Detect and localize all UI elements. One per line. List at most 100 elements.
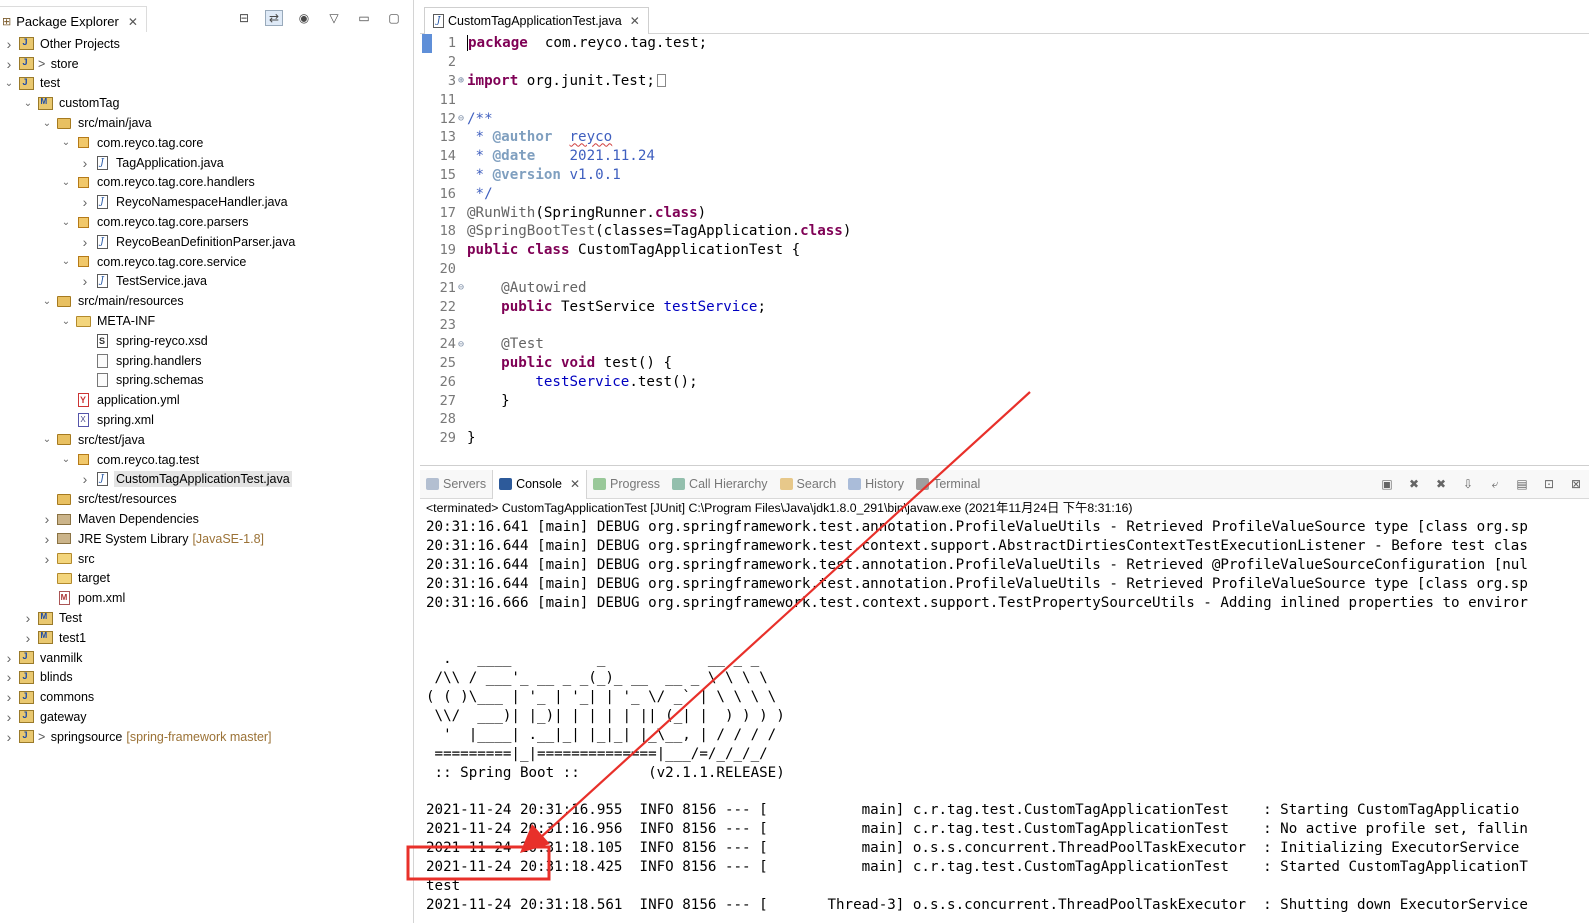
collapsed-chevron-icon[interactable]: › [2, 709, 16, 725]
focus-active-task-icon[interactable]: ◉ [295, 10, 313, 26]
pin-console-icon[interactable]: ⊡ [1540, 476, 1558, 492]
collapsed-chevron-icon[interactable]: › [21, 630, 35, 646]
collapsed-chevron-icon[interactable]: › [78, 234, 92, 250]
code-line[interactable]: 3 ⊕ import org.junit.Test; [420, 72, 1589, 91]
code-line[interactable]: 25 public void test() { [420, 354, 1589, 373]
expand-fold-icon[interactable]: ⊕ [456, 75, 466, 86]
tab-history[interactable]: History [842, 470, 910, 499]
scroll-lock-icon[interactable]: ⇩ [1459, 476, 1477, 492]
collapsed-chevron-icon[interactable]: › [2, 689, 16, 705]
code-line[interactable]: 28 [420, 410, 1589, 429]
tree-item[interactable]: ⌄ com.reyco.tag.core.handlers [0, 173, 413, 193]
expanded-chevron-icon[interactable]: ⌄ [40, 296, 54, 307]
tree-item[interactable]: ⌄ com.reyco.tag.core [0, 133, 413, 153]
tree-item[interactable]: ⌄ customTag [0, 93, 413, 113]
collapsed-chevron-icon[interactable]: › [2, 669, 16, 685]
view-menu-icon[interactable]: ▽ [325, 10, 343, 26]
collapsed-chevron-icon[interactable]: › [40, 551, 54, 567]
tree-item[interactable]: › Test [0, 608, 413, 628]
tree-item[interactable]: › test1 [0, 628, 413, 648]
tree-item[interactable]: › blinds [0, 668, 413, 688]
tree-item[interactable]: › vanmilk [0, 648, 413, 668]
tree-item[interactable]: ⌄ com.reyco.tag.core.service [0, 252, 413, 272]
code-line[interactable]: 21 ⊖ @Autowired [420, 278, 1589, 297]
expanded-chevron-icon[interactable]: ⌄ [59, 454, 73, 465]
close-icon[interactable]: ✕ [570, 477, 580, 491]
code-line[interactable]: 20 [420, 260, 1589, 279]
expanded-chevron-icon[interactable]: ⌄ [40, 434, 54, 445]
tree-item[interactable]: › commons [0, 687, 413, 707]
code-line[interactable]: 11 [420, 90, 1589, 109]
tree-item[interactable]: ⌄ com.reyco.tag.test [0, 450, 413, 470]
tree-item[interactable]: target [0, 569, 413, 589]
tab-call-hierarchy[interactable]: Call Hierarchy [666, 470, 774, 499]
remove-all-terminated-icon[interactable]: ✖ [1432, 476, 1450, 492]
expanded-chevron-icon[interactable]: ⌄ [59, 217, 73, 228]
code-area[interactable]: 1 package com.reyco.tag.test; 2 3 ⊕ import or… [420, 34, 1589, 465]
collapsed-chevron-icon[interactable]: › [2, 729, 16, 745]
expanded-chevron-icon[interactable]: ⌄ [21, 98, 35, 109]
minimize-icon[interactable]: ▭ [355, 10, 373, 26]
tree-item[interactable]: Yapplication.yml [0, 390, 413, 410]
package-explorer-tab[interactable]: ⊞ Package Explorer ✕ [0, 6, 147, 32]
code-line[interactable]: 17 @RunWith(SpringRunner.class) [420, 203, 1589, 222]
collapsed-chevron-icon[interactable]: › [40, 511, 54, 527]
collapse-fold-icon[interactable]: ⊖ [456, 113, 466, 124]
console-output[interactable]: 20:31:16.641 [main] DEBUG org.springfram… [420, 518, 1589, 923]
collapsed-chevron-icon[interactable]: › [40, 531, 54, 547]
code-line[interactable]: 26 testService.test(); [420, 372, 1589, 391]
open-console-icon[interactable]: ⊠ [1567, 476, 1585, 492]
tree-item[interactable]: src/test/resources [0, 489, 413, 509]
close-icon[interactable]: ✕ [630, 14, 640, 28]
tree-item[interactable]: › J TagApplication.java [0, 153, 413, 173]
tree-item[interactable]: › > springsource[spring-framework master] [0, 727, 413, 747]
terminate-icon[interactable]: ▣ [1378, 476, 1396, 492]
tree-item[interactable]: › J TestService.java [0, 272, 413, 292]
collapsed-chevron-icon[interactable]: › [78, 194, 92, 210]
expanded-chevron-icon[interactable]: ⌄ [59, 137, 73, 148]
code-line[interactable]: 29} [420, 429, 1589, 448]
code-line[interactable]: 15 * @version v1.0.1 [420, 166, 1589, 185]
expanded-chevron-icon[interactable]: ⌄ [2, 78, 16, 89]
tab-servers[interactable]: Servers [420, 470, 492, 499]
expanded-chevron-icon[interactable]: ⌄ [40, 118, 54, 129]
code-line[interactable]: 19 public class CustomTagApplicationTest … [420, 241, 1589, 260]
code-line[interactable]: 18 @SpringBootTest(classes=TagApplication… [420, 222, 1589, 241]
show-on-output-icon[interactable]: ▤ [1513, 476, 1531, 492]
tree-item[interactable]: › > store [0, 54, 413, 74]
collapsed-chevron-icon[interactable]: › [2, 650, 16, 666]
maximize-icon[interactable]: ▢ [385, 10, 403, 26]
collapsed-chevron-icon[interactable]: › [21, 610, 35, 626]
tree-item[interactable]: spring.schemas [0, 371, 413, 391]
tab-console[interactable]: Console ✕ [492, 469, 588, 499]
collapsed-chevron-icon[interactable]: › [2, 56, 16, 72]
tree-item[interactable]: ⌄ src/test/java [0, 430, 413, 450]
tree-item[interactable]: › gateway [0, 707, 413, 727]
editor-tab-customtagapplicationtest[interactable]: J CustomTagApplicationTest.java ✕ [424, 7, 649, 34]
link-with-editor-icon[interactable]: ⇄ [265, 10, 283, 26]
code-line[interactable]: 2 [420, 53, 1589, 72]
tree-item[interactable]: ⌄ src/main/resources [0, 291, 413, 311]
collapsed-chevron-icon[interactable]: › [2, 36, 16, 52]
code-line[interactable]: 12 ⊖/** [420, 109, 1589, 128]
code-line[interactable]: 23 [420, 316, 1589, 335]
tree-item[interactable]: › J CustomTagApplicationTest.java [0, 470, 413, 490]
code-line[interactable]: 22 public TestService testService; [420, 297, 1589, 316]
word-wrap-icon[interactable]: ⤶ [1486, 476, 1504, 492]
tree-item[interactable]: › JRE System Library [JavaSE-1.8] [0, 529, 413, 549]
tree-item[interactable]: ⌄ test [0, 74, 413, 94]
code-line[interactable]: 24 ⊖ @Test [420, 335, 1589, 354]
tree-item[interactable]: › J ReycoBeanDefinitionParser.java [0, 232, 413, 252]
expanded-chevron-icon[interactable]: ⌄ [59, 177, 73, 188]
tree-item[interactable]: Sspring-reyco.xsd [0, 331, 413, 351]
collapse-fold-icon[interactable]: ⊖ [456, 282, 466, 293]
collapsed-chevron-icon[interactable]: › [78, 273, 92, 289]
collapse-all-icon[interactable]: ⊟ [235, 10, 253, 26]
tree-item[interactable]: ⌄ com.reyco.tag.core.parsers [0, 212, 413, 232]
tree-item[interactable]: Xspring.xml [0, 410, 413, 430]
tree-item[interactable]: › J ReycoNamespaceHandler.java [0, 192, 413, 212]
close-icon[interactable]: ✕ [128, 15, 138, 29]
remove-launch-icon[interactable]: ✖ [1405, 476, 1423, 492]
expanded-chevron-icon[interactable]: ⌄ [59, 316, 73, 327]
code-line[interactable]: 14 * @date 2021.11.24 [420, 147, 1589, 166]
